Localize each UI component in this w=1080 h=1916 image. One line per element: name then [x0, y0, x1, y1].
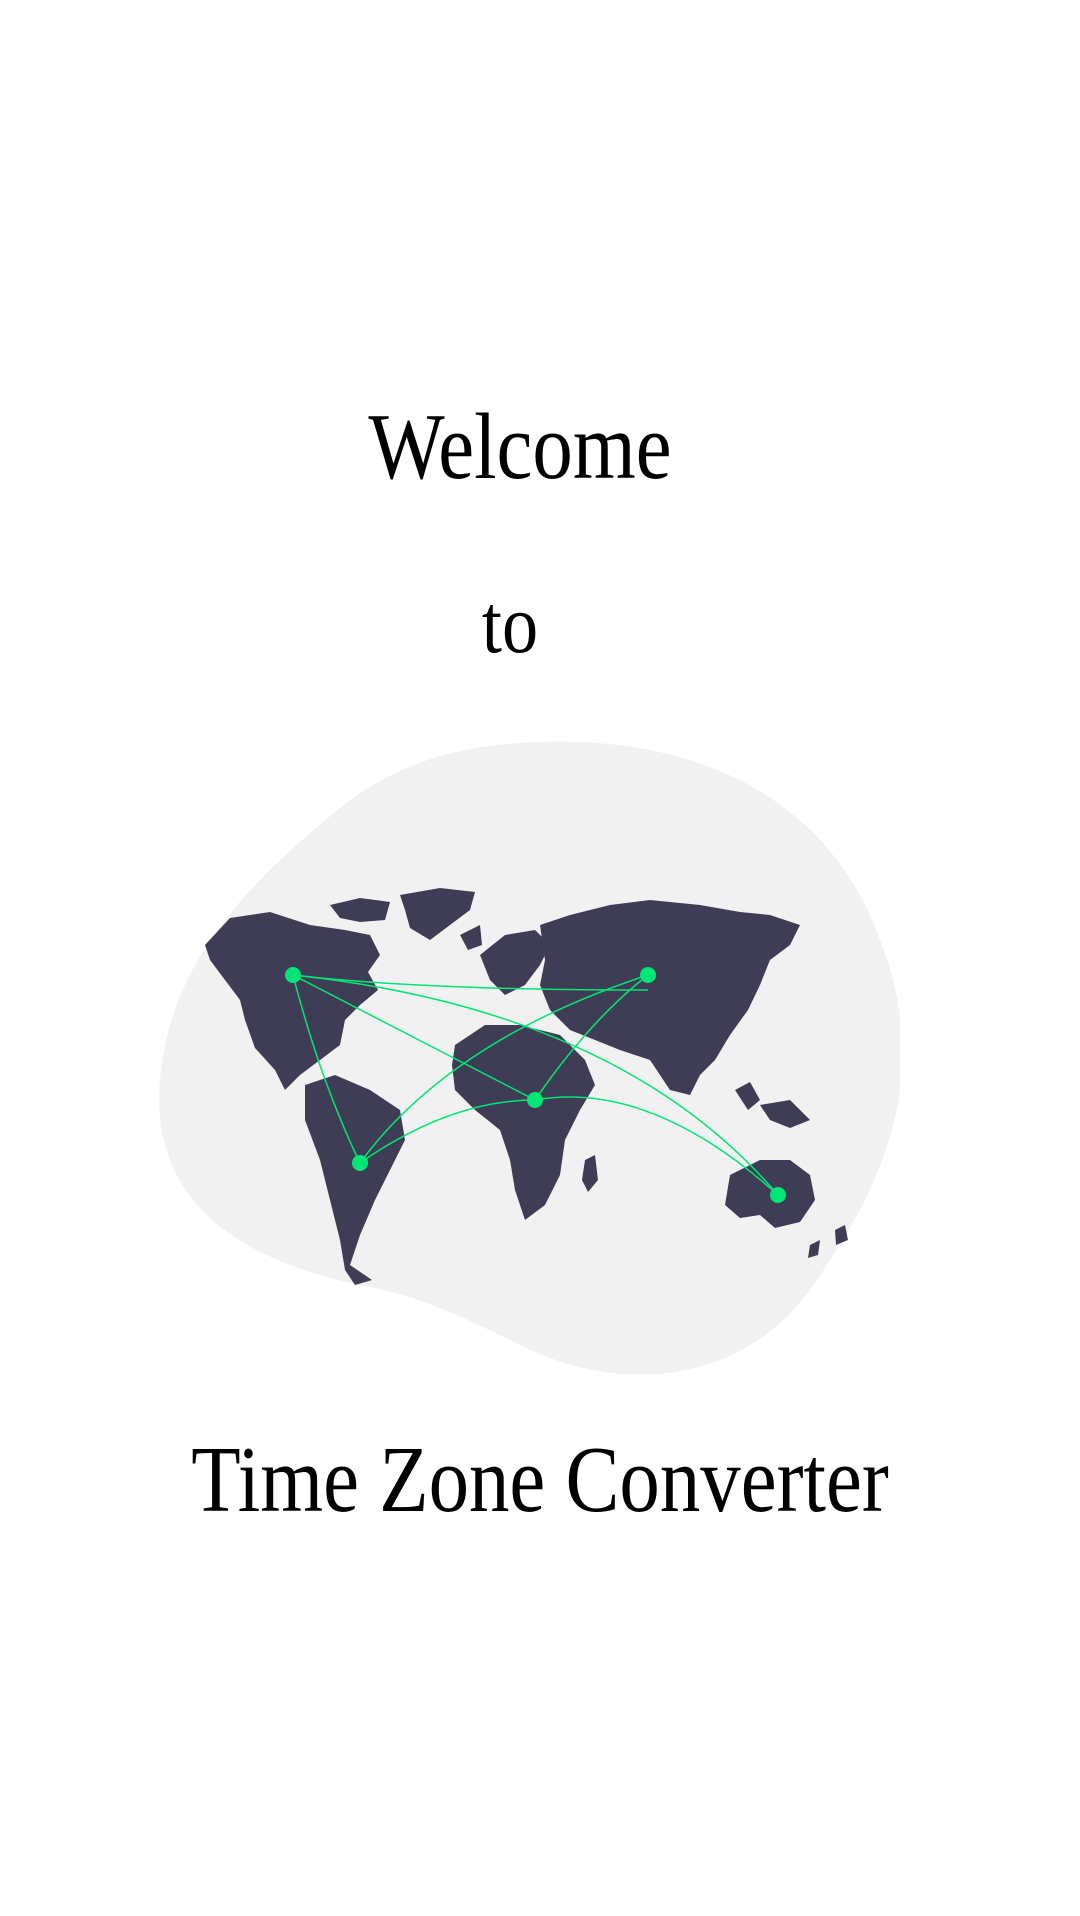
world-map-network-icon: [159, 741, 900, 1375]
marker-australia: [770, 1187, 786, 1203]
app-title: Time Zone Converter: [191, 1428, 889, 1532]
marker-south-america: [352, 1155, 368, 1171]
welcome-heading: Welcome: [368, 395, 672, 499]
welcome-screen: { "screen": { "greeting": "Welcome", "co…: [0, 0, 1080, 1916]
marker-asia: [640, 967, 656, 983]
marker-north-america: [285, 967, 301, 983]
marker-africa: [527, 1092, 543, 1108]
connector-text: to: [481, 578, 539, 671]
